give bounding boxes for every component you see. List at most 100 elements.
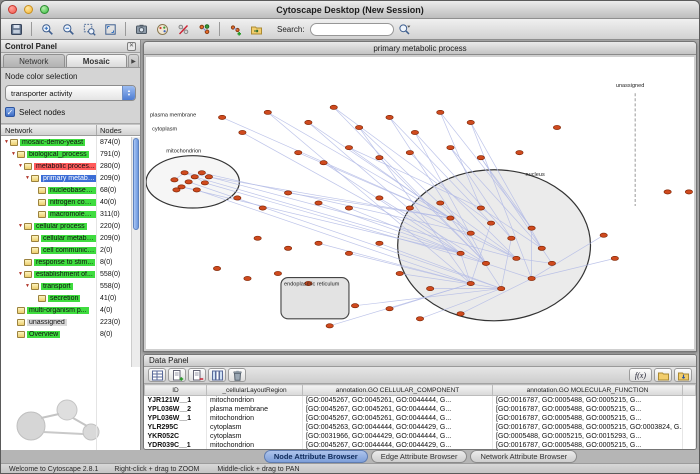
table-cell[interactable]: [GO:0005488, GO:0005215, GO:0015293, G..… <box>493 432 683 441</box>
graph-node[interactable] <box>447 216 454 220</box>
zoom-fit-button[interactable] <box>100 20 120 38</box>
graph-node[interactable] <box>467 120 474 124</box>
tab-node-attribute-browser[interactable]: Node Attribute Browser <box>264 450 368 463</box>
graph-node[interactable] <box>548 261 555 265</box>
table-header-cell[interactable]: annotation.GO MOLECULAR_FUNCTION <box>493 385 683 396</box>
tree-row[interactable]: ▼metabolic proces...280(0) <box>1 160 140 172</box>
table-row[interactable]: YLR295Ccytoplasm[GO:0045263, GO:0044444,… <box>145 423 696 432</box>
attribute-delete-button[interactable] <box>188 368 206 382</box>
graph-node[interactable] <box>498 286 505 290</box>
graph-node[interactable] <box>173 188 180 192</box>
open-attributes-button[interactable] <box>654 368 672 382</box>
graph-node[interactable] <box>345 206 352 210</box>
graph-node[interactable] <box>376 156 383 160</box>
table-cell[interactable]: [GO:0016787, GO:0005488, GO:0005215, G..… <box>493 396 683 405</box>
tree-row[interactable]: ▼mosaic-demo-yeast874(0) <box>1 136 140 148</box>
tab-network-attribute-browser[interactable]: Network Attribute Browser <box>470 450 577 463</box>
table-row[interactable]: YKR052Ccytoplasm[GO:0031966, GO:0044429,… <box>145 432 696 441</box>
graph-node[interactable] <box>181 171 188 175</box>
graph-node[interactable] <box>685 190 692 194</box>
table-cell[interactable]: [GO:0045267, GO:0045261, GO:0044444, G..… <box>303 396 493 405</box>
tree-row[interactable]: ▼biological_process791(0) <box>1 148 140 160</box>
expander-icon[interactable]: ▼ <box>10 151 17 157</box>
graph-node[interactable] <box>185 180 192 184</box>
graph-node[interactable] <box>218 115 225 119</box>
table-cell[interactable]: mitochondrion <box>207 396 303 405</box>
minimize-button[interactable] <box>24 5 33 14</box>
expander-icon[interactable]: ▼ <box>24 175 31 181</box>
expander-icon[interactable]: ▼ <box>17 223 24 229</box>
table-cell[interactable]: [GO:0016787, GO:0005488, GO:0005215, G..… <box>493 441 683 450</box>
graph-node[interactable] <box>406 151 413 155</box>
tab-edge-attribute-browser[interactable]: Edge Attribute Browser <box>371 450 468 463</box>
graph-node[interactable] <box>320 161 327 165</box>
maximize-button[interactable] <box>40 5 49 14</box>
function-builder-button[interactable]: f(x) <box>629 368 652 382</box>
tree-row[interactable]: multi-organism p...4(0) <box>1 304 140 316</box>
graph-node[interactable] <box>326 324 333 328</box>
graph-node[interactable] <box>355 125 362 129</box>
tree-row[interactable]: nitrogen compo...40(0) <box>1 196 140 208</box>
graph-node[interactable] <box>426 286 433 290</box>
graph-node[interactable] <box>315 241 322 245</box>
table-cell[interactable]: [GO:0045267, GO:0044444, GO:0044429, G..… <box>303 441 493 450</box>
graph-node[interactable] <box>437 110 444 114</box>
table-cell[interactable]: YKR052C <box>145 432 207 441</box>
graph-node[interactable] <box>376 241 383 245</box>
table-cell[interactable]: [GO:0045263, GO:0044444, GO:0044429, G..… <box>303 423 493 432</box>
graph-node[interactable] <box>553 125 560 129</box>
graph-node[interactable] <box>274 271 281 275</box>
node-color-dropdown[interactable]: transporter activity ▲▼ <box>5 85 136 101</box>
attribute-columns-button[interactable] <box>208 368 226 382</box>
table-row[interactable]: YDR039C__1mitochondrion[GO:0045267, GO:0… <box>145 441 696 450</box>
graph-node[interactable] <box>345 146 352 150</box>
network-window-titlebar[interactable]: primary metabolic process <box>144 42 696 55</box>
graph-node[interactable] <box>457 312 464 316</box>
graph-node[interactable] <box>513 256 520 260</box>
graph-node[interactable] <box>538 246 545 250</box>
graph-node[interactable] <box>201 181 208 185</box>
tree-row[interactable]: ▼cellular process220(0) <box>1 220 140 232</box>
graph-node[interactable] <box>244 276 251 280</box>
table-cell[interactable]: [GO:0016787, GO:0005488, GO:0005215, G..… <box>493 405 683 414</box>
attribute-create-button[interactable] <box>168 368 186 382</box>
graph-node[interactable] <box>345 251 352 255</box>
graph-node[interactable] <box>198 171 205 175</box>
graph-node[interactable] <box>254 236 261 240</box>
graph-node[interactable] <box>259 206 266 210</box>
tree-row[interactable]: unassigned223(0) <box>1 316 140 328</box>
table-cell[interactable]: cytoplasm <box>207 423 303 432</box>
table-cell[interactable]: cytoplasm <box>207 432 303 441</box>
table-cell[interactable]: plasma membrane <box>207 405 303 414</box>
control-panel-close-icon[interactable]: ✕ <box>127 42 136 51</box>
tree-row[interactable]: ▼primary metabo...209(0) <box>1 172 140 184</box>
graph-node[interactable] <box>477 156 484 160</box>
graph-node[interactable] <box>396 271 403 275</box>
graph-node[interactable] <box>487 221 494 225</box>
graph-node[interactable] <box>664 190 671 194</box>
graph-node[interactable] <box>351 304 358 308</box>
tree-scrollbar-thumb[interactable] <box>133 138 139 230</box>
expander-icon[interactable]: ▼ <box>24 283 31 289</box>
table-cell[interactable]: YDR039C__1 <box>145 441 207 450</box>
table-header-cell[interactable]: annotation.GO CELLULAR_COMPONENT <box>303 385 493 396</box>
graph-node[interactable] <box>376 196 383 200</box>
graph-node[interactable] <box>315 201 322 205</box>
table-row[interactable]: YPL036W__2plasma membrane[GO:0045267, GO… <box>145 405 696 414</box>
close-button[interactable] <box>8 5 17 14</box>
show-all-button[interactable] <box>194 20 214 38</box>
tree-row[interactable]: ▼transport558(0) <box>1 280 140 292</box>
graph-node[interactable] <box>411 130 418 134</box>
new-network-button[interactable] <box>225 20 245 38</box>
graph-node[interactable] <box>284 191 291 195</box>
table-cell[interactable]: [GO:0016787, GO:0005488, GO:0005215, G..… <box>493 414 683 423</box>
graph-node[interactable] <box>386 307 393 311</box>
graph-node[interactable] <box>171 178 178 182</box>
search-options-button[interactable] <box>395 20 415 38</box>
trash-button[interactable] <box>228 368 246 382</box>
table-row[interactable]: YPL036W__1mitochondrion[GO:0045267, GO:0… <box>145 414 696 423</box>
zoom-selected-region-button[interactable] <box>79 20 99 38</box>
tree-row[interactable]: response to stim...8(0) <box>1 256 140 268</box>
table-cell[interactable]: [GO:0031966, GO:0044429, GO:0044444, G..… <box>303 432 493 441</box>
graph-node[interactable] <box>611 256 618 260</box>
